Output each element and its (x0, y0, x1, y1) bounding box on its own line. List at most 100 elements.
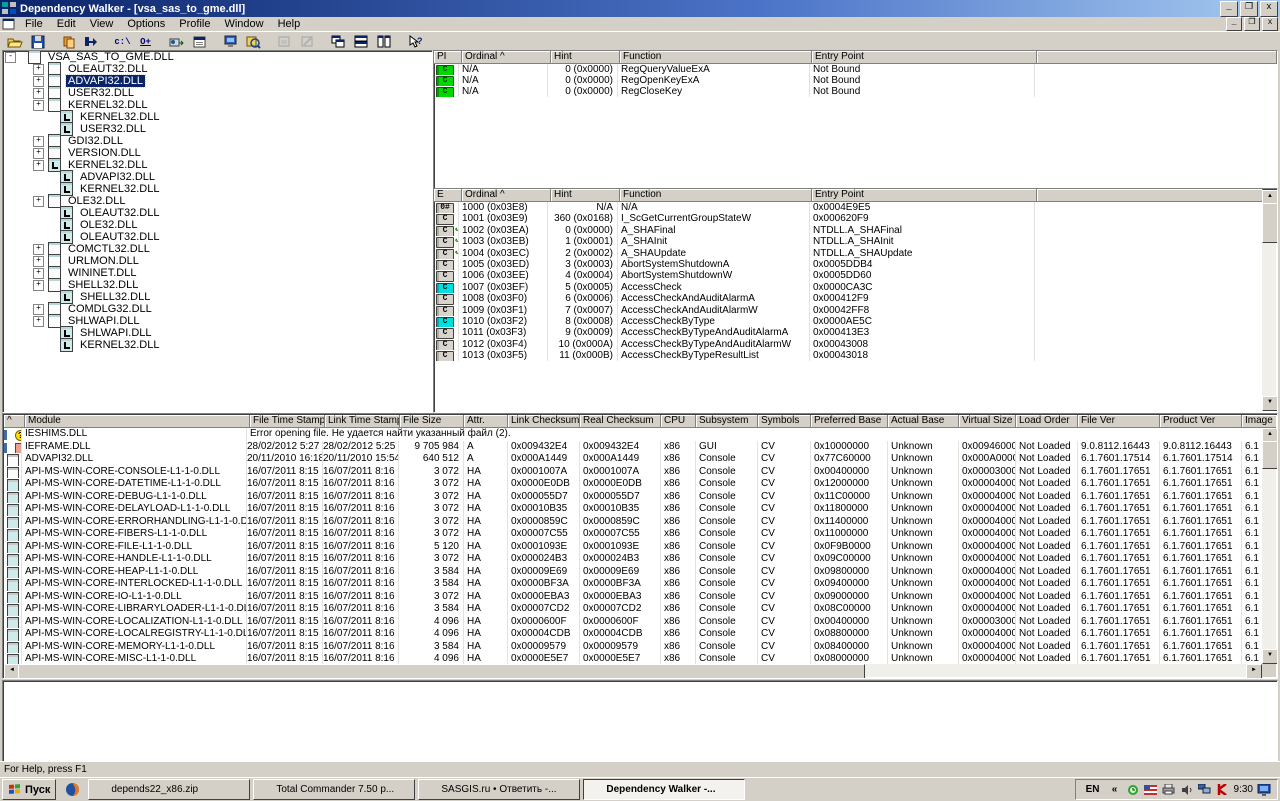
tree-item[interactable]: + WININET.DLL (3, 267, 432, 279)
tree-item[interactable]: KERNEL32.DLL (3, 339, 432, 351)
system-info-button[interactable] (219, 33, 242, 52)
modules-column-header[interactable]: File Size (400, 415, 464, 428)
task-button[interactable]: depends22_x86.zip (88, 779, 250, 800)
export-row[interactable]: C↪ 1006 (0x03EE) 4 (0x0004) AbortSystemS… (434, 270, 1277, 281)
scroll-thumb[interactable] (1262, 203, 1278, 243)
external-viewer-button[interactable] (242, 33, 265, 52)
tray-clock[interactable]: 9:30 (1234, 784, 1253, 795)
export-row[interactable]: C↪ 1009 (0x03F1) 7 (0x0007) AccessCheckA… (434, 305, 1277, 316)
modules-column-header[interactable]: File Time Stamp (250, 415, 325, 428)
speaker-icon[interactable] (1180, 783, 1194, 797)
exports-column-header[interactable]: Function (620, 189, 812, 202)
modules-column-header[interactable]: Load Order (1016, 415, 1078, 428)
module-row[interactable]: ■ API-MS-WIN-CORE-IO-L1-1-0.DLL 16/07/20… (4, 591, 1262, 604)
tree-item[interactable]: USER32.DLL (3, 123, 432, 135)
menu-item[interactable]: Window (217, 17, 270, 31)
kaspersky-icon[interactable] (1216, 783, 1230, 797)
module-row[interactable]: ■ IEFRAME.DLL 28/02/2012 5:27 28/02/2012… (4, 441, 1262, 454)
undecorate-button[interactable]: O+ (134, 33, 157, 52)
tree-expand-box[interactable]: + (33, 160, 44, 171)
modules-column-header[interactable]: Symbols (758, 415, 811, 428)
tree-expand-box[interactable]: + (33, 136, 44, 147)
tree-item[interactable]: - VSA_SAS_TO_GME.DLL (3, 51, 432, 63)
tree-expand-box[interactable]: + (33, 100, 44, 111)
display-icon[interactable] (1257, 783, 1271, 797)
tree-expand-box[interactable]: + (33, 304, 44, 315)
tree-item[interactable]: OLEAUT32.DLL (3, 231, 432, 243)
tree-expand-box[interactable]: + (33, 76, 44, 87)
exports-column-header[interactable] (1037, 189, 1263, 202)
expand-tree-button[interactable] (165, 33, 188, 52)
export-row[interactable]: C↪ 1013 (0x03F5) 11 (0x000B) AccessCheck… (434, 350, 1277, 361)
exports-column-header[interactable]: Hint (551, 189, 620, 202)
scroll-thumb[interactable] (1262, 441, 1278, 469)
module-properties-button[interactable] (188, 33, 211, 52)
export-row[interactable]: C↪ 1008 (0x03F0) 6 (0x0006) AccessCheckA… (434, 293, 1277, 304)
imports-column-header[interactable] (1037, 51, 1277, 64)
tree-item[interactable]: + OLEAUT32.DLL (3, 63, 432, 75)
module-row[interactable]: ■ API-MS-WIN-CORE-LOCALREGISTRY-L1-1-0.D… (4, 628, 1262, 641)
exports-column-header[interactable]: Ordinal ^ (462, 189, 551, 202)
import-row[interactable]: C N/A 0 (0x0000) RegOpenKeyExA Not Bound (434, 75, 1277, 86)
tree-item[interactable]: + USER32.DLL (3, 87, 432, 99)
mdi-close-button[interactable]: x (1262, 17, 1278, 31)
modules-horizontal-scrollbar[interactable]: ◄ ► (4, 664, 1262, 677)
task-button[interactable]: Total Commander 7.50 p... (253, 779, 415, 800)
modules-column-header[interactable]: Link Time Stamp (325, 415, 400, 428)
save-button[interactable] (26, 33, 49, 52)
tree-item[interactable]: + ADVAPI32.DLL (3, 75, 432, 87)
modules-column-header[interactable]: Link Checksum (508, 415, 580, 428)
scroll-right-button[interactable]: ► (1246, 664, 1262, 679)
find-button[interactable] (80, 33, 103, 52)
export-row[interactable]: C↪ 1010 (0x03F2) 8 (0x0008) AccessCheckB… (434, 316, 1277, 327)
modules-column-header[interactable]: Image Ver (1242, 415, 1276, 428)
tree-expand-box[interactable]: + (33, 88, 44, 99)
quick-launch-firefox[interactable] (59, 780, 85, 799)
modules-column-header[interactable]: CPU (661, 415, 696, 428)
module-row[interactable]: ■ API-MS-WIN-CORE-DEBUG-L1-1-0.DLL 16/07… (4, 491, 1262, 504)
modules-column-header[interactable]: Product Ver (1160, 415, 1242, 428)
tile-vertical-button[interactable] (373, 33, 396, 52)
imports-column-header[interactable]: PI (434, 51, 462, 64)
modules-column-header[interactable]: Preferred Base (811, 415, 888, 428)
export-row[interactable]: C↪ 1011 (0x03F3) 9 (0x0009) AccessCheckB… (434, 327, 1277, 338)
export-row[interactable]: C↪ 1001 (0x03E9) 360 (0x0168) I_ScGetCur… (434, 213, 1277, 224)
mdi-document-icon[interactable] (2, 18, 16, 30)
modules-column-header[interactable]: Attr. (464, 415, 508, 428)
restore-button[interactable]: ❐ (1240, 1, 1258, 17)
tree-item[interactable]: + COMDLG32.DLL (3, 303, 432, 315)
module-row[interactable]: ■ API-MS-WIN-CORE-HANDLE-L1-1-0.DLL 16/0… (4, 553, 1262, 566)
menu-item[interactable]: Edit (50, 17, 83, 31)
tree-expand-box[interactable]: + (33, 256, 44, 267)
tree-expand-box[interactable]: + (33, 316, 44, 327)
modules-vertical-scrollbar[interactable]: ▲ ▼ (1262, 428, 1276, 664)
export-row[interactable]: C↪ 1012 (0x03F4) 10 (0x000A) AccessCheck… (434, 339, 1277, 350)
export-row[interactable]: C↪ 1003 (0x03EB) 1 (0x0001) A_SHAInit NT… (434, 236, 1277, 247)
scroll-down-button[interactable]: ▼ (1262, 396, 1278, 411)
log-pane[interactable] (2, 680, 1278, 762)
exports-column-header[interactable]: Entry Point (812, 189, 1037, 202)
language-indicator[interactable]: EN (1082, 784, 1104, 795)
mdi-minimize-button[interactable]: _ (1226, 17, 1242, 31)
export-row[interactable]: C↪ 1005 (0x03ED) 3 (0x0003) AbortSystemS… (434, 259, 1277, 270)
copy-button[interactable] (57, 33, 80, 52)
module-row[interactable]: ■ API-MS-WIN-CORE-INTERLOCKED-L1-1-0.DLL… (4, 578, 1262, 591)
menu-item[interactable]: View (83, 17, 121, 31)
export-row[interactable]: C↪ 1002 (0x03EA) 0 (0x0000) A_SHAFinal N… (434, 225, 1277, 236)
tree-expand-box[interactable]: - (5, 52, 16, 63)
menu-item[interactable]: Options (120, 17, 172, 31)
module-row[interactable]: ■ API-MS-WIN-CORE-DATETIME-L1-1-0.DLL 16… (4, 478, 1262, 491)
module-row[interactable]: ■ API-MS-WIN-CORE-FILE-L1-1-0.DLL 16/07/… (4, 541, 1262, 554)
refresh-button[interactable] (273, 33, 296, 52)
modules-column-header[interactable]: Actual Base (888, 415, 959, 428)
context-help-button[interactable]: ? (404, 33, 427, 52)
imports-column-header[interactable]: Entry Point (812, 51, 1037, 64)
module-row[interactable]: ■ API-MS-WIN-CORE-HEAP-L1-1-0.DLL 16/07/… (4, 566, 1262, 579)
task-button[interactable]: SASGIS.ru • Ответить -... (418, 779, 580, 800)
tree-item[interactable]: + COMCTL32.DLL (3, 243, 432, 255)
import-row[interactable]: C N/A 0 (0x0000) RegQueryValueExA Not Bo… (434, 64, 1277, 75)
tree-expand-box[interactable]: + (33, 148, 44, 159)
tree-item[interactable]: + GDI32.DLL (3, 135, 432, 147)
tree-item[interactable]: + VERSION.DLL (3, 147, 432, 159)
exports-vertical-scrollbar[interactable]: ▲ ▼ (1262, 190, 1276, 411)
